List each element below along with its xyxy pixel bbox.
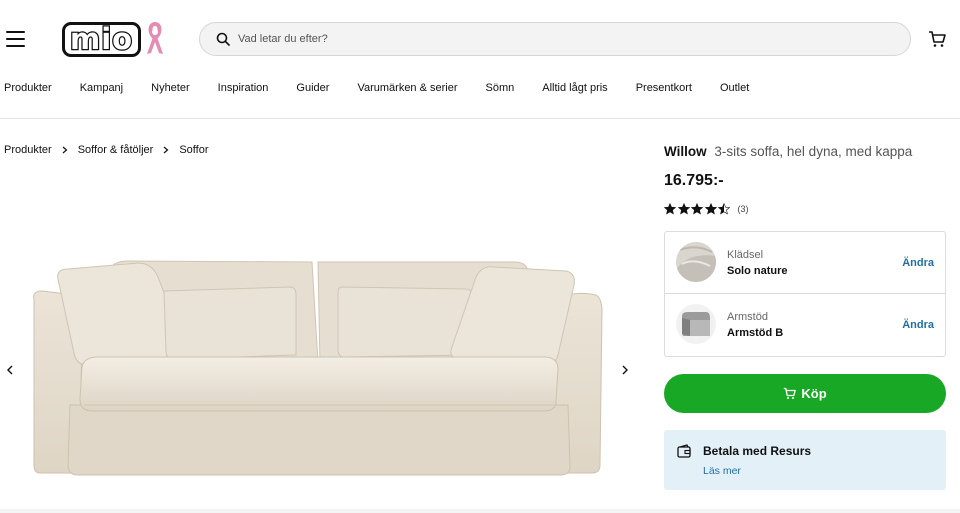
product-subtitle: 3-sits soffa, hel dyna, med kappa xyxy=(714,144,913,159)
chevron-right-icon xyxy=(163,146,169,154)
nav-item-produkter[interactable]: Produkter xyxy=(4,82,52,102)
bottom-band xyxy=(0,509,960,513)
nav-item-inspiration[interactable]: Inspiration xyxy=(218,82,269,102)
rating-count: (3) xyxy=(737,204,749,214)
header-divider xyxy=(0,118,960,119)
option-value-upholstery: Solo nature xyxy=(727,265,788,277)
site-header: mio xyxy=(0,0,960,78)
fabric-swatch-thumbnail xyxy=(676,242,716,282)
change-armrest-button[interactable]: Ändra xyxy=(902,319,934,331)
search-icon xyxy=(216,32,230,46)
breadcrumb-item-soffor-fatoljer[interactable]: Soffor & fåtöljer xyxy=(78,144,154,156)
star-half-icon xyxy=(718,203,730,215)
product-options: Klädsel Solo nature Ändra Armstöd Armstö… xyxy=(664,231,946,357)
option-row-armrest[interactable]: Armstöd Armstöd B Ändra xyxy=(665,294,945,356)
payment-info-box: Betala med Resurs Läs mer xyxy=(664,430,946,490)
breadcrumb-item-produkter[interactable]: Produkter xyxy=(4,144,52,156)
option-row-upholstery[interactable]: Klädsel Solo nature Ändra xyxy=(665,232,945,294)
wallet-icon xyxy=(677,444,691,458)
nav-item-kampanj[interactable]: Kampanj xyxy=(80,82,123,102)
pink-ribbon-icon xyxy=(147,22,164,54)
option-label-armrest: Armstöd xyxy=(727,311,768,323)
main-nav: Produkter Kampanj Nyheter Inspiration Gu… xyxy=(0,82,777,102)
logo-text: mio xyxy=(69,21,134,56)
nav-item-presentkort[interactable]: Presentkort xyxy=(636,82,692,102)
star-filled-icon xyxy=(704,203,717,215)
site-logo[interactable]: mio xyxy=(62,21,165,57)
option-value-armrest: Armstöd B xyxy=(727,327,784,339)
nav-item-nyheter[interactable]: Nyheter xyxy=(151,82,190,102)
chevron-right-icon xyxy=(62,146,68,154)
nav-item-outlet[interactable]: Outlet xyxy=(720,82,749,102)
menu-icon[interactable] xyxy=(6,31,25,47)
nav-item-varumarken[interactable]: Varumärken & serier xyxy=(357,82,457,102)
cart-icon xyxy=(784,387,797,399)
product-rating[interactable]: (3) xyxy=(664,203,749,215)
option-label-upholstery: Klädsel xyxy=(727,249,764,261)
nav-item-guider[interactable]: Guider xyxy=(296,82,329,102)
search-input[interactable] xyxy=(238,33,878,45)
buy-button[interactable]: Köp xyxy=(664,374,946,413)
buy-button-label: Köp xyxy=(801,386,827,401)
nav-item-somn[interactable]: Sömn xyxy=(486,82,515,102)
product-image-sofa xyxy=(33,260,603,476)
nav-item-alltid-lagt-pris[interactable]: Alltid lågt pris xyxy=(542,82,607,102)
product-price: 16.795:- xyxy=(664,172,724,189)
star-filled-icon xyxy=(664,203,676,215)
cart-icon[interactable] xyxy=(928,30,946,48)
logo-box: mio xyxy=(62,21,142,57)
search-bar[interactable] xyxy=(199,22,911,56)
gallery-prev-arrow-icon[interactable] xyxy=(5,364,15,376)
change-upholstery-button[interactable]: Ändra xyxy=(902,257,934,269)
armrest-thumbnail xyxy=(676,304,716,344)
product-name: Willow xyxy=(664,144,707,159)
payment-read-more-link[interactable]: Läs mer xyxy=(703,465,741,477)
rating-stars xyxy=(664,203,732,215)
star-filled-icon xyxy=(677,203,690,215)
payment-title: Betala med Resurs xyxy=(703,444,812,458)
breadcrumb: Produkter Soffor & fåtöljer Soffor xyxy=(4,144,208,156)
product-title: Willow 3-sits soffa, hel dyna, med kappa xyxy=(664,144,912,159)
star-filled-icon xyxy=(691,203,703,215)
gallery-next-arrow-icon[interactable] xyxy=(620,364,630,376)
breadcrumb-item-soffor[interactable]: Soffor xyxy=(179,144,208,156)
